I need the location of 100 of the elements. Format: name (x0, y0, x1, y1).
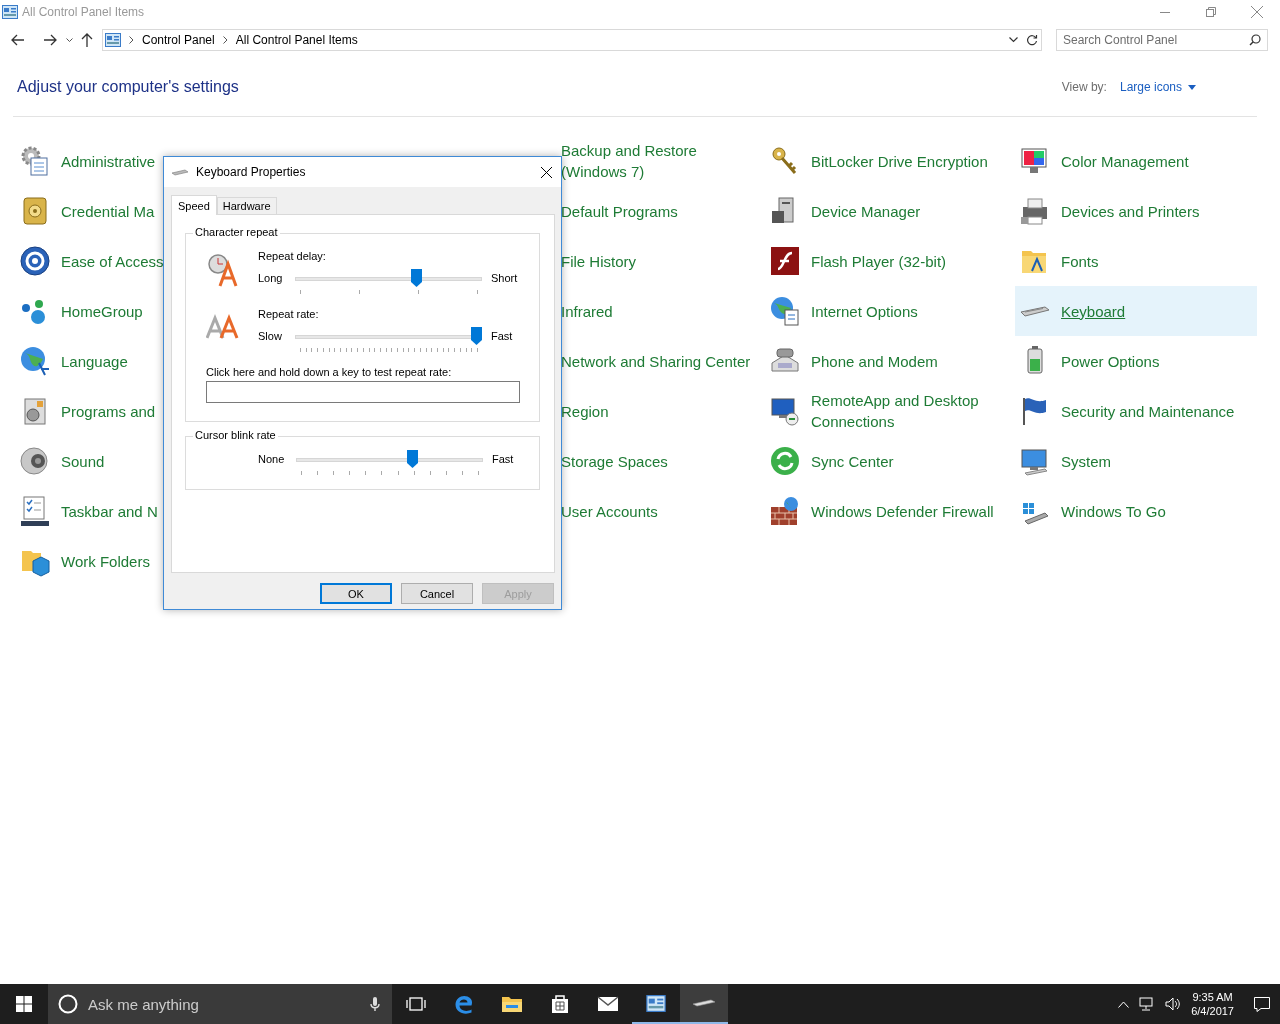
slider-max-label: Fast (491, 329, 513, 342)
search-placeholder: Ask me anything (88, 995, 199, 1013)
control-panel-item[interactable]: System (1015, 436, 1257, 486)
field-label: Click here and hold down a key to test repeat rate: (206, 366, 453, 378)
close-icon (1251, 6, 1263, 18)
folder-icon (501, 995, 523, 1013)
clock-date: 6/4/2017 (1191, 1004, 1234, 1018)
chevron-down-icon (65, 38, 73, 42)
control-panel-item[interactable]: Phone and Modem (765, 336, 1007, 386)
control-panel-icon (105, 33, 121, 47)
group-title: Character repeat (193, 226, 280, 238)
control-panel-item[interactable]: Internet Options (765, 286, 1007, 336)
control-panel-item[interactable]: Flash Player (32-bit) (765, 236, 1007, 286)
control-panel-item[interactable]: Sync Center (765, 436, 1007, 486)
breadcrumb[interactable]: All Control Panel Items (235, 33, 358, 47)
speaker-icon (19, 445, 51, 477)
chevron-up-icon (1118, 1000, 1130, 1008)
slider-min-label: Long (258, 271, 284, 284)
cortana-circle-icon (58, 994, 78, 1014)
view-dropdown[interactable]: Large icons (1119, 80, 1196, 94)
refresh-icon (1026, 34, 1038, 46)
control-panel-item[interactable]: Credential Ma (15, 186, 155, 236)
control-panel-item[interactable]: Sound (15, 436, 105, 486)
slider-track[interactable] (295, 326, 482, 348)
slider-thumb[interactable] (411, 269, 423, 287)
control-panel-item[interactable]: Windows To Go (1015, 486, 1257, 536)
control-panel-item[interactable]: Administrative (15, 136, 156, 186)
restore-icon (1206, 7, 1216, 17)
slider-label: Repeat delay: (258, 250, 327, 262)
windows-logo-icon (16, 996, 32, 1012)
search-box[interactable]: Ask me anything (48, 984, 392, 1024)
monitor-icon (769, 395, 801, 427)
window-title: All Control Panel Items (22, 5, 145, 19)
control-panel-item[interactable]: Programs and (15, 386, 156, 436)
clock-time: 9:35 AM (1192, 990, 1233, 1004)
control-panel-item[interactable]: Windows Defender Firewall (765, 486, 1007, 536)
dialog-button[interactable]: Cancel (401, 583, 473, 604)
microphone-icon (370, 996, 380, 1012)
notification-icon (1254, 996, 1270, 1012)
minimize-icon (1160, 11, 1170, 13)
control-panel-item[interactable]: Security and Maintenance (1015, 386, 1257, 436)
back-arrow-icon (11, 34, 25, 46)
globe-icon (19, 345, 51, 377)
group-title: Cursor blink rate (193, 429, 278, 441)
checklist-icon (19, 495, 51, 527)
breadcrumb[interactable]: Control Panel (142, 33, 215, 47)
circle-emblem-icon (19, 245, 51, 277)
keyboard-icon (1019, 305, 1051, 317)
slider-thumb[interactable] (471, 327, 482, 345)
caret-icon (1188, 84, 1196, 90)
forward-arrow-icon (43, 34, 57, 46)
control-panel-item[interactable]: Taskbar and N (15, 486, 158, 536)
keyboard-icon (692, 999, 716, 1007)
search-field[interactable]: Search Control Panel (1056, 29, 1268, 51)
up-arrow-icon (81, 33, 93, 47)
tab[interactable]: Hardware (216, 197, 277, 214)
slider-track[interactable] (295, 268, 482, 290)
slider-min-label: None (258, 452, 286, 465)
network-icon (1139, 997, 1156, 1011)
flash-player-icon (769, 245, 801, 277)
control-panel-item[interactable]: Work Folders (15, 536, 150, 586)
slider-track[interactable] (296, 449, 483, 471)
control-panel-item[interactable]: Devices and Printers (1015, 186, 1257, 236)
speaker-icon (1165, 997, 1182, 1011)
slider-thumb[interactable] (406, 450, 418, 468)
control-panel-item[interactable]: Keyboard (1015, 286, 1257, 336)
view-by-label: View by: (1061, 80, 1107, 94)
control-panel-item[interactable]: HomeGroup (15, 286, 143, 336)
dialog-title: Keyboard Properties (196, 165, 307, 179)
control-panel-item[interactable]: Device Manager (765, 186, 1007, 236)
globe-icon (769, 295, 801, 327)
control-panel-item[interactable]: Power Options (1015, 336, 1257, 386)
search-icon (1249, 34, 1261, 46)
tab[interactable]: Speed (171, 195, 217, 215)
slider-max-label: Short (491, 271, 518, 284)
shopping-bag-icon (551, 994, 569, 1014)
keyboard-icon (172, 168, 188, 176)
control-panel-item[interactable]: Language (15, 336, 128, 386)
control-panel-icon (2, 5, 18, 19)
browser-icon (455, 994, 473, 1014)
control-panel-item[interactable]: Ease of Access (15, 236, 164, 286)
dialog-button[interactable]: OK (320, 583, 392, 604)
control-panel-item[interactable]: RemoteApp and Desktop Connections (765, 386, 1007, 436)
control-panel-item[interactable]: Fonts (1015, 236, 1257, 286)
slider-max-label: Fast (492, 452, 514, 465)
control-panel-item[interactable]: BitLocker Drive Encryption (765, 136, 1007, 186)
close-icon (540, 166, 552, 178)
clock[interactable]: 9:35 AM 6/4/2017 (1191, 990, 1234, 1018)
envelope-icon (597, 996, 619, 1012)
slider-label: Repeat rate: (258, 308, 320, 320)
chevron-right-icon (129, 36, 134, 44)
search-placeholder: Search Control Panel (1063, 33, 1178, 47)
control-panel-icon (646, 994, 666, 1012)
test-input-field[interactable] (206, 381, 520, 403)
control-panel-item[interactable]: Color Management (1015, 136, 1257, 186)
gear-icon (19, 145, 51, 177)
page-heading: Adjust your computer's settings (17, 78, 240, 96)
task-view-icon (406, 997, 426, 1011)
address-bar[interactable]: Control Panel All Control Panel Items (102, 29, 1042, 51)
slider-min-label: Slow (258, 329, 283, 342)
